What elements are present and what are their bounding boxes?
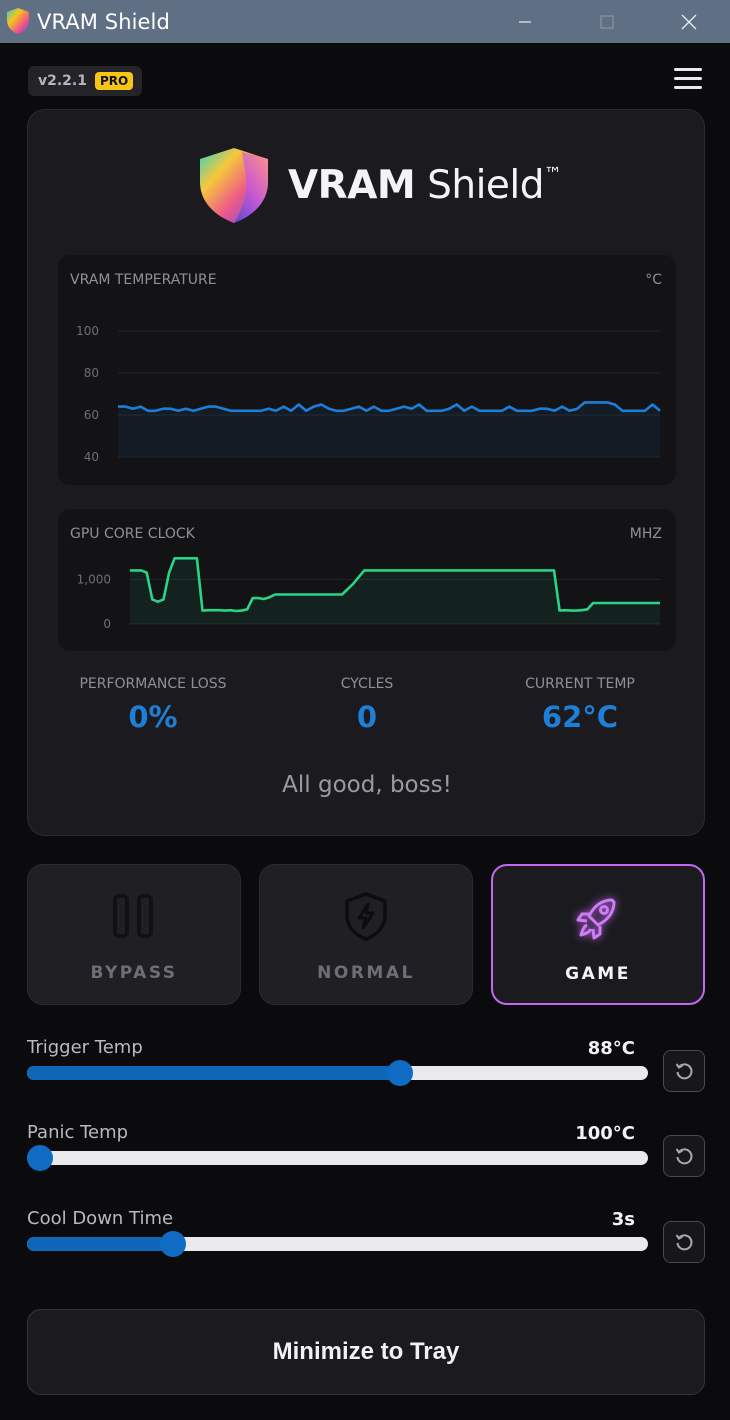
cool-down-time-slider[interactable] [27,1231,648,1257]
status-card: VRAM Shield™ 100 80 60 40 VRAM TEMPERATURE … [27,109,705,836]
title-bar: VRAM Shield [0,0,730,43]
cool-down-time-reset-button[interactable] [663,1221,705,1263]
slider-label: Cool Down Time [27,1208,174,1229]
cool-down-time-slider-row: Cool Down Time 3s [27,1208,705,1288]
window-title: VRAM Shield [37,10,170,34]
gpu-core-clock-chart: 1,000 0 GPU CORE CLOCK MHZ [58,509,676,651]
stat-value: 0% [128,700,178,734]
maximize-icon [600,14,614,29]
y-tick-label: 100 [76,324,99,338]
panic-temp-slider[interactable] [27,1145,648,1171]
rocket-icon [576,898,616,940]
minimize-button[interactable] [502,0,548,43]
stats-row: PERFORMANCE LOSS 0% CYCLES 0 CURRENT TEM… [28,676,706,746]
pause-icon [113,894,153,938]
mode-label: BYPASS [90,963,178,983]
slider-label: Trigger Temp [27,1037,143,1058]
brand-name-light: Shield [415,162,545,208]
chart-unit: °C [645,272,662,288]
stat-current-temp: CURRENT TEMP 62°C [470,676,690,734]
panic-temp-reset-button[interactable] [663,1135,705,1177]
trigger-temp-reset-button[interactable] [663,1050,705,1092]
brand-logo: VRAM Shield™ [198,146,562,224]
chart-title: GPU CORE CLOCK [70,526,195,542]
stat-performance-loss: PERFORMANCE LOSS 0% [43,676,263,734]
version-pill: v2.2.1 PRO [28,66,142,96]
stat-value: 62°C [541,700,619,734]
slider-value: 88°C [587,1038,635,1059]
mode-normal-button[interactable]: NORMAL [259,864,473,1005]
chart-title: VRAM TEMPERATURE [70,272,217,288]
slider-fill [27,1237,173,1251]
stat-label: CYCLES [340,676,394,692]
y-tick-label: 40 [84,450,99,464]
y-tick-label: 1,000 [77,572,111,586]
reset-icon [675,1234,693,1251]
shield-bolt-icon [345,892,387,941]
panic-temp-slider-row: Panic Temp 100°C [27,1122,705,1202]
reset-icon [675,1063,693,1080]
trigger-temp-slider-row: Trigger Temp 88°C [27,1037,705,1117]
stat-value: 0 [356,700,378,734]
chart-unit: MHZ [629,526,662,542]
close-icon [681,14,697,29]
close-button[interactable] [666,0,712,43]
slider-fill [27,1066,400,1080]
trigger-temp-slider[interactable] [27,1060,648,1086]
minimize-icon [519,20,531,23]
brand-name: VRAM Shield™ [288,163,562,208]
mode-label: NORMAL [317,963,415,983]
mode-game-button[interactable]: GAME [491,864,705,1005]
stat-cycles: CYCLES 0 [257,676,477,734]
temperature-chart-svg: 100 80 60 40 [76,324,661,464]
slider-thumb[interactable] [386,1060,413,1086]
reset-icon [675,1148,693,1165]
slider-value: 100°C [575,1123,635,1144]
slider-value: 3s [611,1209,635,1230]
series-area [130,558,660,624]
vram-temperature-chart: 100 80 60 40 VRAM TEMPERATURE °C [58,255,676,485]
slider-thumb[interactable] [159,1231,186,1257]
mode-label: GAME [565,964,631,984]
stat-label: PERFORMANCE LOSS [79,676,227,692]
maximize-button[interactable] [584,0,630,43]
y-tick-label: 80 [84,366,99,380]
pro-badge: PRO [95,72,134,90]
version-text: v2.2.1 [38,73,87,89]
minimize-to-tray-button[interactable]: Minimize to Tray [27,1309,705,1395]
app-shield-icon [7,8,29,34]
stat-label: CURRENT TEMP [525,676,635,692]
slider-label: Panic Temp [27,1122,129,1143]
brand-name-bold: VRAM [288,162,416,208]
y-tick-label: 0 [103,617,111,631]
shield-logo-icon [200,148,268,223]
mode-bypass-button[interactable]: BYPASS [27,864,241,1005]
slider-thumb[interactable] [27,1145,53,1171]
status-message: All good, boss! [282,772,452,798]
hamburger-menu-icon[interactable] [672,66,704,92]
trademark: ™ [544,163,562,185]
y-tick-label: 60 [84,408,99,422]
